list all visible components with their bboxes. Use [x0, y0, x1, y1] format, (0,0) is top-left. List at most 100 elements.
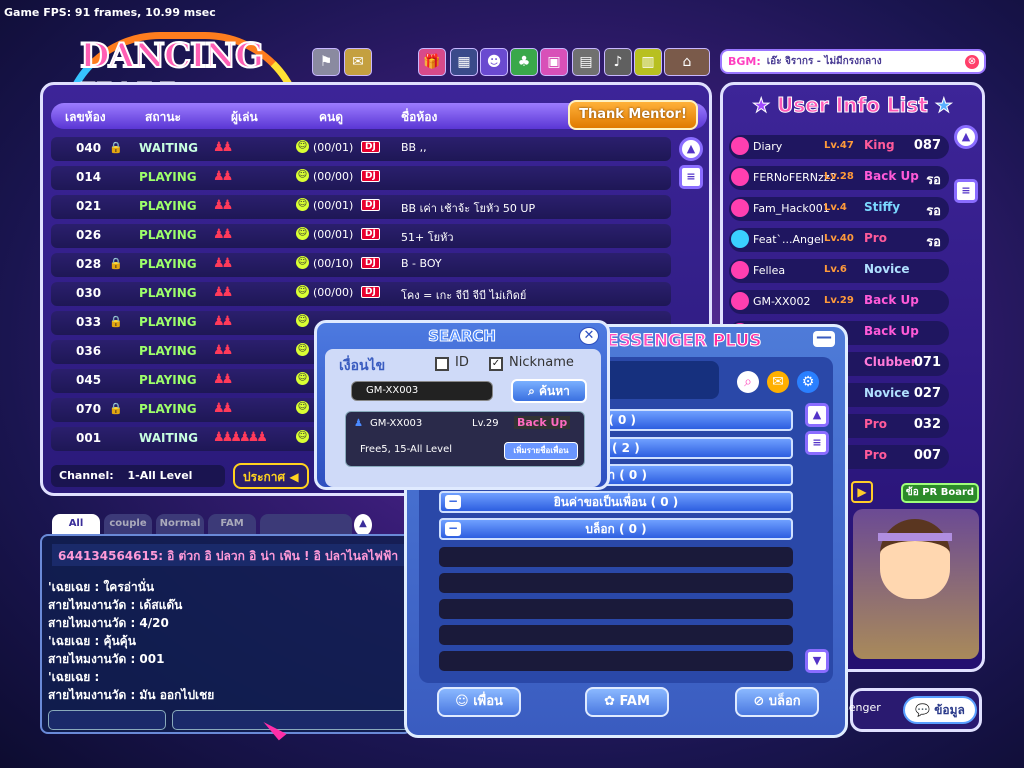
friend-slot[interactable] [439, 573, 793, 593]
fam-button[interactable]: ✿ FAM [585, 687, 669, 717]
tab-toggle-icon[interactable]: ▲ [354, 514, 372, 536]
players-icon: ♟♟ [213, 372, 233, 387]
chat-target-input[interactable] [48, 710, 166, 730]
user-row[interactable]: Feat`...Angel Lv.40 Pro รอ [729, 228, 949, 252]
scroll-down-icon[interactable]: ▼ [805, 649, 829, 673]
scroll-handle[interactable]: ≡ [805, 431, 829, 455]
friend-slot[interactable] [439, 651, 793, 671]
close-icon[interactable]: ✕ [579, 327, 599, 345]
header-audience[interactable]: คนดู [319, 108, 343, 127]
search-condition-label: เงื่อนไข [339, 358, 386, 374]
user-row[interactable]: Diary Lv.47 King 087 [729, 135, 949, 159]
channel-value: 1-All Level [127, 469, 193, 482]
user-level: Lv.4 [824, 202, 847, 213]
room-row[interactable]: 026 PLAYING ♟♟ ☺ (00/01) DJ 51+ โยหัว [51, 224, 671, 248]
friend-slot[interactable] [439, 547, 793, 567]
thank-mentor-button[interactable]: Thank Mentor! [568, 100, 698, 130]
magnifier-icon: ⌕ [528, 384, 535, 398]
friend-button[interactable]: ☺ เพื่อน [437, 687, 521, 717]
fam-button-label: FAM [619, 694, 650, 709]
room-status: PLAYING [139, 315, 197, 329]
friend-slot[interactable] [439, 625, 793, 645]
group-bar[interactable]: − บล็อก ( 0 ) [439, 518, 793, 540]
search-button[interactable]: ⌕ ค้นหา [511, 379, 587, 403]
room-status: PLAYING [139, 373, 197, 387]
clover-icon[interactable]: ♣ [510, 48, 538, 76]
fam-icon: ✿ [604, 694, 615, 709]
scroll-handle[interactable]: ≡ [954, 179, 978, 203]
messenger-scrollbar[interactable]: ▲ ≡ ▼ [805, 403, 829, 675]
fam-icon[interactable]: ⚑ [312, 48, 340, 76]
pr-board-button[interactable]: ข้อ PR Board [901, 483, 979, 503]
tv-icon[interactable]: ▣ [540, 48, 568, 76]
room-row[interactable]: 028 🔒 PLAYING ♟♟ ☺ (00/10) DJ B - BOY [51, 253, 671, 277]
bgm-label: BGM: [728, 55, 761, 68]
header-players[interactable]: ผู้เล่น [231, 108, 258, 127]
players-icon: ♟♟ [213, 343, 233, 358]
room-row[interactable]: 021 PLAYING ♟♟ ☺ (00/01) DJ BB เค่า เช้าจ้ะ โย… [51, 195, 671, 219]
tab-fam[interactable]: FAM [208, 514, 256, 536]
play-icon[interactable]: ▶ [851, 481, 873, 503]
tab-normal[interactable]: Normal [156, 514, 204, 536]
store-icon[interactable]: ⌂ [664, 48, 710, 76]
header-room-name[interactable]: ชื่อห้อง [401, 108, 437, 127]
music-icon[interactable]: ♪ [604, 48, 632, 76]
info-button[interactable]: 💬 ข้อมูล [903, 696, 977, 724]
minimize-icon[interactable]: — [813, 329, 835, 347]
tab-custom[interactable] [260, 514, 352, 536]
header-status[interactable]: สถานะ [145, 108, 181, 127]
search-result-card[interactable]: ♟ GM-XX003 Lv.29 Back Up Free5, 15-All L… [345, 411, 585, 467]
user-scrollbar[interactable]: ▲ ≡ [954, 125, 978, 505]
scroll-up-icon[interactable]: ▲ [679, 137, 703, 161]
room-row[interactable]: 040 🔒 WAITING ♟♟ ☺ (00/01) DJ BB ,, [51, 137, 671, 161]
add-friend-button[interactable]: เพิ่มรายชื่อเพื่อน [504, 442, 578, 460]
room-status: PLAYING [139, 199, 197, 213]
bgm-close-icon[interactable]: ⊗ [963, 53, 981, 71]
room-row[interactable]: 030 PLAYING ♟♟ ☺ (00/00) DJ โคง = เกะ จีบี จีบ… [51, 282, 671, 306]
group-bar[interactable]: − ยินค่าขอเป็นเพื่อน ( 0 ) [439, 491, 793, 513]
id-checkbox[interactable] [435, 357, 449, 371]
avatar-head [880, 519, 950, 599]
user-row[interactable]: FERNoFERNzz2 Lv.28 Back Up รอ [729, 166, 949, 190]
search-input[interactable]: GM-XX003 [351, 381, 493, 401]
smile-icon: ☺ [296, 343, 309, 356]
book-icon[interactable]: ▥ [634, 48, 662, 76]
collapse-icon[interactable]: − [445, 495, 461, 509]
user-rank: Back Up [864, 293, 919, 307]
chat-line: 'เฉยเฉย : คุ้นคุ้น [48, 634, 136, 648]
tab-all[interactable]: All [52, 514, 100, 536]
room-status: PLAYING [139, 286, 197, 300]
friend-slot[interactable] [439, 599, 793, 619]
chat-panel: 644134564615: อิ ต่วก อิ ปลวก อิ น่า เพิ… [40, 534, 412, 734]
tab-couple[interactable]: couple [104, 514, 152, 536]
chat-message-input[interactable] [172, 710, 412, 730]
user-info-title-text: User Info List [777, 93, 929, 118]
photo-icon[interactable]: ▤ [572, 48, 600, 76]
scroll-handle[interactable]: ≡ [679, 165, 703, 189]
calendar-icon[interactable]: ▦ [450, 48, 478, 76]
scroll-up-icon[interactable]: ▲ [954, 125, 978, 149]
gift-icon[interactable]: 🎁 [418, 48, 446, 76]
user-rank: Clubber [864, 355, 917, 369]
header-room-number[interactable]: เลขห้อง [65, 108, 106, 127]
shop-icon[interactable]: ✉ [344, 48, 372, 76]
user-row[interactable]: Fellea Lv.6 Novice [729, 259, 949, 283]
players-icon: ♟♟ [213, 401, 233, 416]
messenger-button-label[interactable]: senger [843, 701, 881, 714]
user-row[interactable]: Fam_Hack001 Lv.4 Stiffy รอ [729, 197, 949, 221]
avatar-headband [878, 533, 952, 541]
search-icon[interactable]: ⌕ [737, 371, 759, 393]
channel-label: Channel: [59, 469, 114, 482]
gear-icon[interactable]: ⚙ [797, 371, 819, 393]
monster-icon[interactable]: ☻ [480, 48, 508, 76]
scroll-up-icon[interactable]: ▲ [805, 403, 829, 427]
smile-icon: ☺ [296, 198, 309, 211]
collapse-icon[interactable]: − [445, 522, 461, 536]
channel-box[interactable]: Channel: 1-All Level [51, 465, 225, 487]
mail-icon[interactable]: ✉ [767, 371, 789, 393]
nickname-checkbox[interactable]: ✓ [489, 357, 503, 371]
block-button[interactable]: ⊘ บล็อก [735, 687, 819, 717]
room-row[interactable]: 014 PLAYING ♟♟ ☺ (00/00) DJ [51, 166, 671, 190]
user-row[interactable]: GM-XX002 Lv.29 Back Up [729, 290, 949, 314]
announce-button[interactable]: ประกาศ ◀ [233, 463, 309, 489]
